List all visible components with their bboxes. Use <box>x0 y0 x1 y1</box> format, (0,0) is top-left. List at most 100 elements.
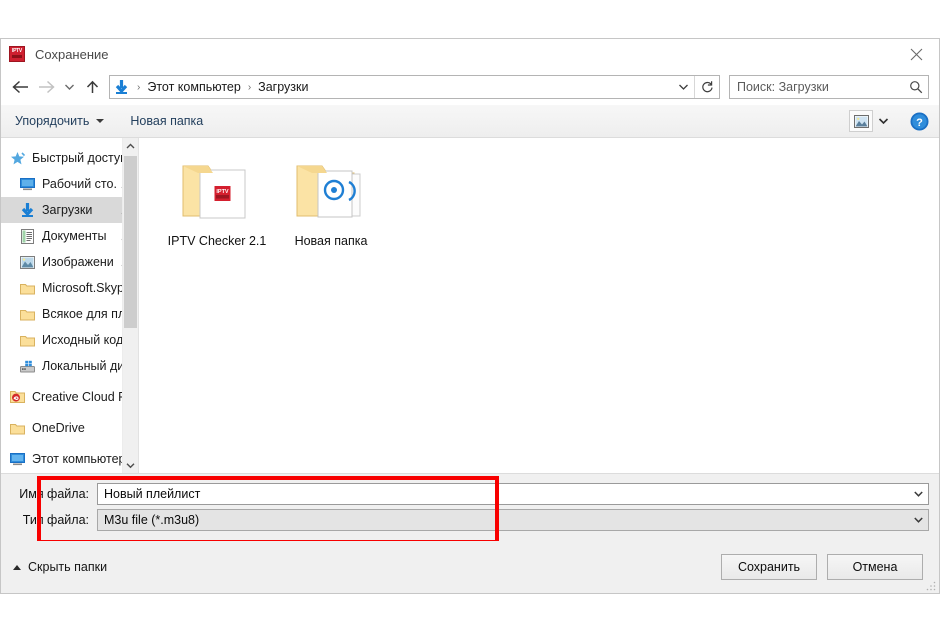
sidebar-item-documents[interactable]: Документы <box>1 223 138 249</box>
file-label: Новая папка <box>294 234 368 248</box>
back-arrow-icon <box>11 80 28 94</box>
folder-icon <box>7 422 27 435</box>
breadcrumb-downloads[interactable]: Загрузки <box>256 80 310 94</box>
breadcrumb-separator: › <box>137 81 141 93</box>
view-dropdown-button[interactable] <box>873 110 893 132</box>
refresh-button[interactable] <box>695 80 719 94</box>
sidebar-item-this-pc[interactable]: Этот компьютер <box>1 446 138 472</box>
dialog-body: Быстрый доступ Рабочий сто. Загрузки Док… <box>1 138 939 473</box>
breadcrumb-this-pc[interactable]: Этот компьютер <box>145 80 242 94</box>
sidebar-item-pictures[interactable]: Изображени <box>1 249 138 275</box>
folder-icon <box>17 282 37 295</box>
sidebar-label: Microsoft.Skype <box>42 281 131 295</box>
save-button[interactable]: Сохранить <box>721 554 817 580</box>
folder-icon <box>17 334 37 347</box>
help-question-icon: ? <box>910 112 928 130</box>
sidebar-item-downloads[interactable]: Загрузки <box>1 197 138 223</box>
sidebar-label: Загрузки <box>42 203 93 217</box>
up-arrow-icon <box>86 80 98 93</box>
dialog-footer: Скрыть папки Сохранить Отмена <box>1 541 939 593</box>
chevron-down-icon <box>878 118 888 125</box>
file-list-pane[interactable]: IPTV IPTV Checker 2.1 Новая папка <box>138 138 939 473</box>
new-folder-button[interactable]: Новая папка <box>130 114 203 128</box>
sidebar-item-desktop[interactable]: Рабочий сто. <box>1 171 138 197</box>
file-name-dropdown-button[interactable] <box>908 490 928 498</box>
sidebar-scrollbar[interactable] <box>122 138 138 473</box>
search-icon <box>910 81 923 94</box>
pictures-icon <box>17 255 37 269</box>
folder-icon <box>17 308 37 321</box>
chevron-down-icon <box>913 517 923 523</box>
change-view-button[interactable] <box>849 110 873 132</box>
refresh-icon <box>701 81 713 93</box>
back-button[interactable] <box>7 74 33 100</box>
sidebar-label: Рабочий сто. <box>42 177 117 191</box>
search-input[interactable]: Поиск: Загрузки <box>730 80 904 94</box>
hide-folders-toggle[interactable]: Скрыть папки <box>13 560 107 574</box>
file-name-value[interactable]: Новый плейлист <box>98 487 908 501</box>
sidebar-item-creative-cloud[interactable]: Creative Cloud Fil <box>1 384 138 410</box>
folder-with-iptv-doc-icon: IPTV <box>180 154 254 230</box>
desktop-icon <box>17 177 37 191</box>
window-title: Сохранение <box>35 46 109 62</box>
file-item[interactable]: IPTV IPTV Checker 2.1 <box>163 154 271 270</box>
chevron-up-icon <box>13 564 21 570</box>
sidebar-item-onedrive[interactable]: OneDrive <box>1 415 138 441</box>
file-type-row: Тип файла: M3u file (*.m3u8) <box>11 509 929 531</box>
sidebar-item-source-code[interactable]: Исходный код <box>1 327 138 353</box>
breadcrumb-separator: › <box>247 81 252 93</box>
local-disk-icon <box>17 360 37 373</box>
new-folder-label: Новая папка <box>130 114 204 128</box>
sidebar-item-playlists-folder[interactable]: Всякое для плеи <box>1 301 138 327</box>
address-bar[interactable]: › Этот компьютер › Загрузки <box>109 75 720 99</box>
view-layout-icon <box>853 114 869 128</box>
file-type-label: Тип файла: <box>22 513 89 527</box>
file-fields-section: Имя файла: Новый плейлист Тип файла: M3u… <box>1 473 939 544</box>
title-bar: Сохранение <box>1 39 939 69</box>
scroll-down-button[interactable] <box>123 457 138 473</box>
chevron-up-icon <box>126 143 135 148</box>
sidebar-label: Исходный код <box>42 333 124 347</box>
recent-locations-button[interactable] <box>59 74 79 100</box>
up-one-level-button[interactable] <box>79 74 105 100</box>
scroll-up-button[interactable] <box>123 138 138 154</box>
close-button[interactable] <box>893 39 939 69</box>
sidebar-item-local-disk[interactable]: Локальный дис <box>1 353 138 379</box>
file-item[interactable]: Новая папка <box>277 154 385 270</box>
forward-button[interactable] <box>33 74 59 100</box>
file-type-dropdown-button[interactable] <box>908 516 928 524</box>
chevron-down-icon <box>126 462 135 468</box>
sidebar-label: Изображени <box>42 255 114 269</box>
chevron-down-icon <box>96 119 105 123</box>
sidebar-label: Локальный дис <box>42 359 131 373</box>
chevron-down-icon <box>64 84 74 90</box>
search-box[interactable]: Поиск: Загрузки <box>729 75 929 99</box>
navigation-sidebar: Быстрый доступ Рабочий сто. Загрузки Док… <box>1 138 138 473</box>
resize-grip-icon[interactable] <box>926 580 936 591</box>
this-pc-icon <box>7 452 27 466</box>
svg-text:IPTV: IPTV <box>216 189 229 195</box>
cancel-button[interactable]: Отмена <box>827 554 923 580</box>
sidebar-label: Creative Cloud Fil <box>32 390 132 404</box>
sidebar-label: Этот компьютер <box>32 452 126 466</box>
sidebar-item-microsoft-skype[interactable]: Microsoft.Skype <box>1 275 138 301</box>
address-location-icon <box>110 79 132 95</box>
iptv-app-icon <box>9 46 25 62</box>
save-dialog-window: Сохранение <box>0 38 940 594</box>
search-button[interactable] <box>904 80 928 94</box>
organize-button[interactable]: Упорядочить <box>15 114 105 128</box>
file-name-input[interactable]: Новый плейлист <box>97 483 929 505</box>
file-type-value[interactable]: M3u file (*.m3u8) <box>98 513 908 527</box>
help-button[interactable]: ? <box>909 111 929 131</box>
downloads-arrow-icon <box>115 80 127 94</box>
scrollbar-thumb[interactable] <box>124 156 137 328</box>
folder-with-media-doc-icon <box>294 154 368 230</box>
address-dropdown-button[interactable] <box>672 83 694 91</box>
file-type-select[interactable]: M3u file (*.m3u8) <box>97 509 929 531</box>
chevron-down-icon <box>913 491 923 497</box>
hide-folders-label: Скрыть папки <box>28 560 108 574</box>
file-name-label: Имя файла: <box>19 487 89 501</box>
sidebar-label: OneDrive <box>32 421 85 435</box>
sidebar-item-quick-access[interactable]: Быстрый доступ <box>1 145 138 171</box>
forward-arrow-icon <box>38 80 55 94</box>
